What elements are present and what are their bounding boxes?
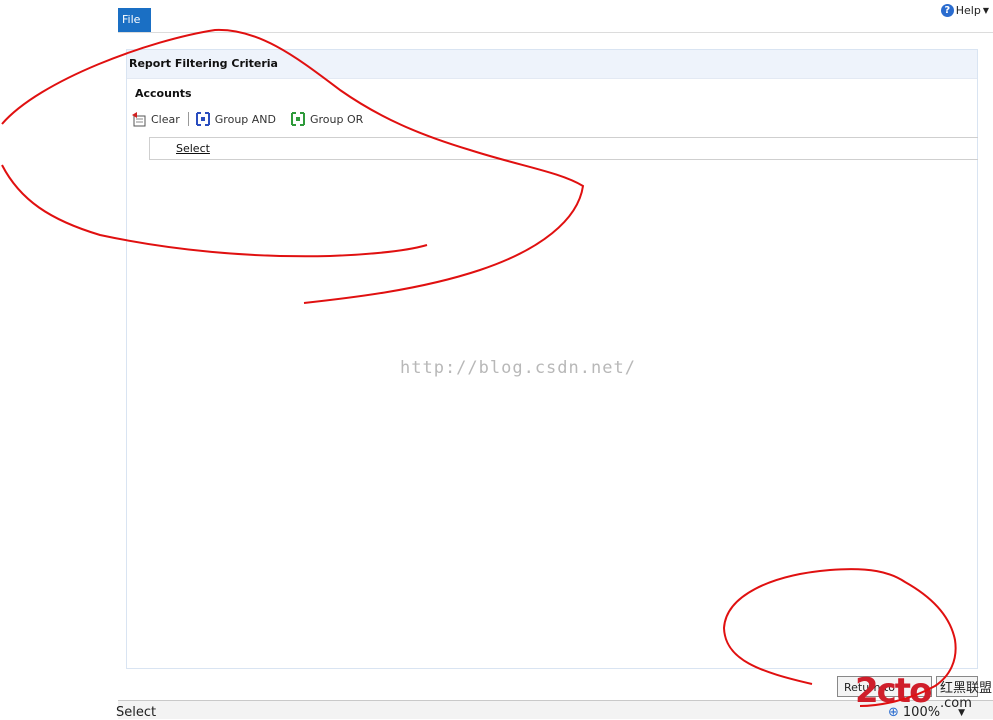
watermark-text: http://blog.csdn.net/ [400, 358, 636, 378]
top-bar [118, 0, 993, 33]
brand-domain: .com [940, 696, 972, 711]
section-title-accounts: Accounts [135, 87, 192, 100]
toolbar-divider [187, 112, 189, 126]
group-and-button[interactable]: Group AND [195, 111, 276, 127]
clear-label: Clear [151, 112, 180, 126]
clear-icon [132, 112, 146, 127]
chevron-down-icon: ▼ [982, 6, 989, 15]
brand-extra: 红黑联盟 [940, 681, 993, 696]
group-or-button[interactable]: Group OR [290, 111, 363, 127]
group-and-icon [195, 112, 210, 126]
left-gutter [0, 0, 118, 718]
select-link[interactable]: Select [176, 142, 210, 155]
help-menu[interactable]: ? Help ▼ [940, 4, 989, 17]
group-or-label: Group OR [310, 112, 364, 126]
filter-toolbar: Clear Group AND Group OR [131, 110, 377, 128]
clear-button[interactable]: Clear [131, 111, 180, 127]
group-and-label: Group AND [214, 112, 276, 126]
help-label: Help [955, 4, 981, 17]
brand-suffix: 红黑联盟 .com [940, 677, 992, 711]
filter-row: Select [149, 137, 978, 160]
panel-header: Report Filtering Criteria [127, 50, 977, 79]
brand-logo: 2cto [855, 671, 932, 711]
file-menu-button[interactable]: File [118, 8, 151, 32]
group-or-icon [291, 112, 305, 126]
help-icon: ? [940, 4, 954, 17]
